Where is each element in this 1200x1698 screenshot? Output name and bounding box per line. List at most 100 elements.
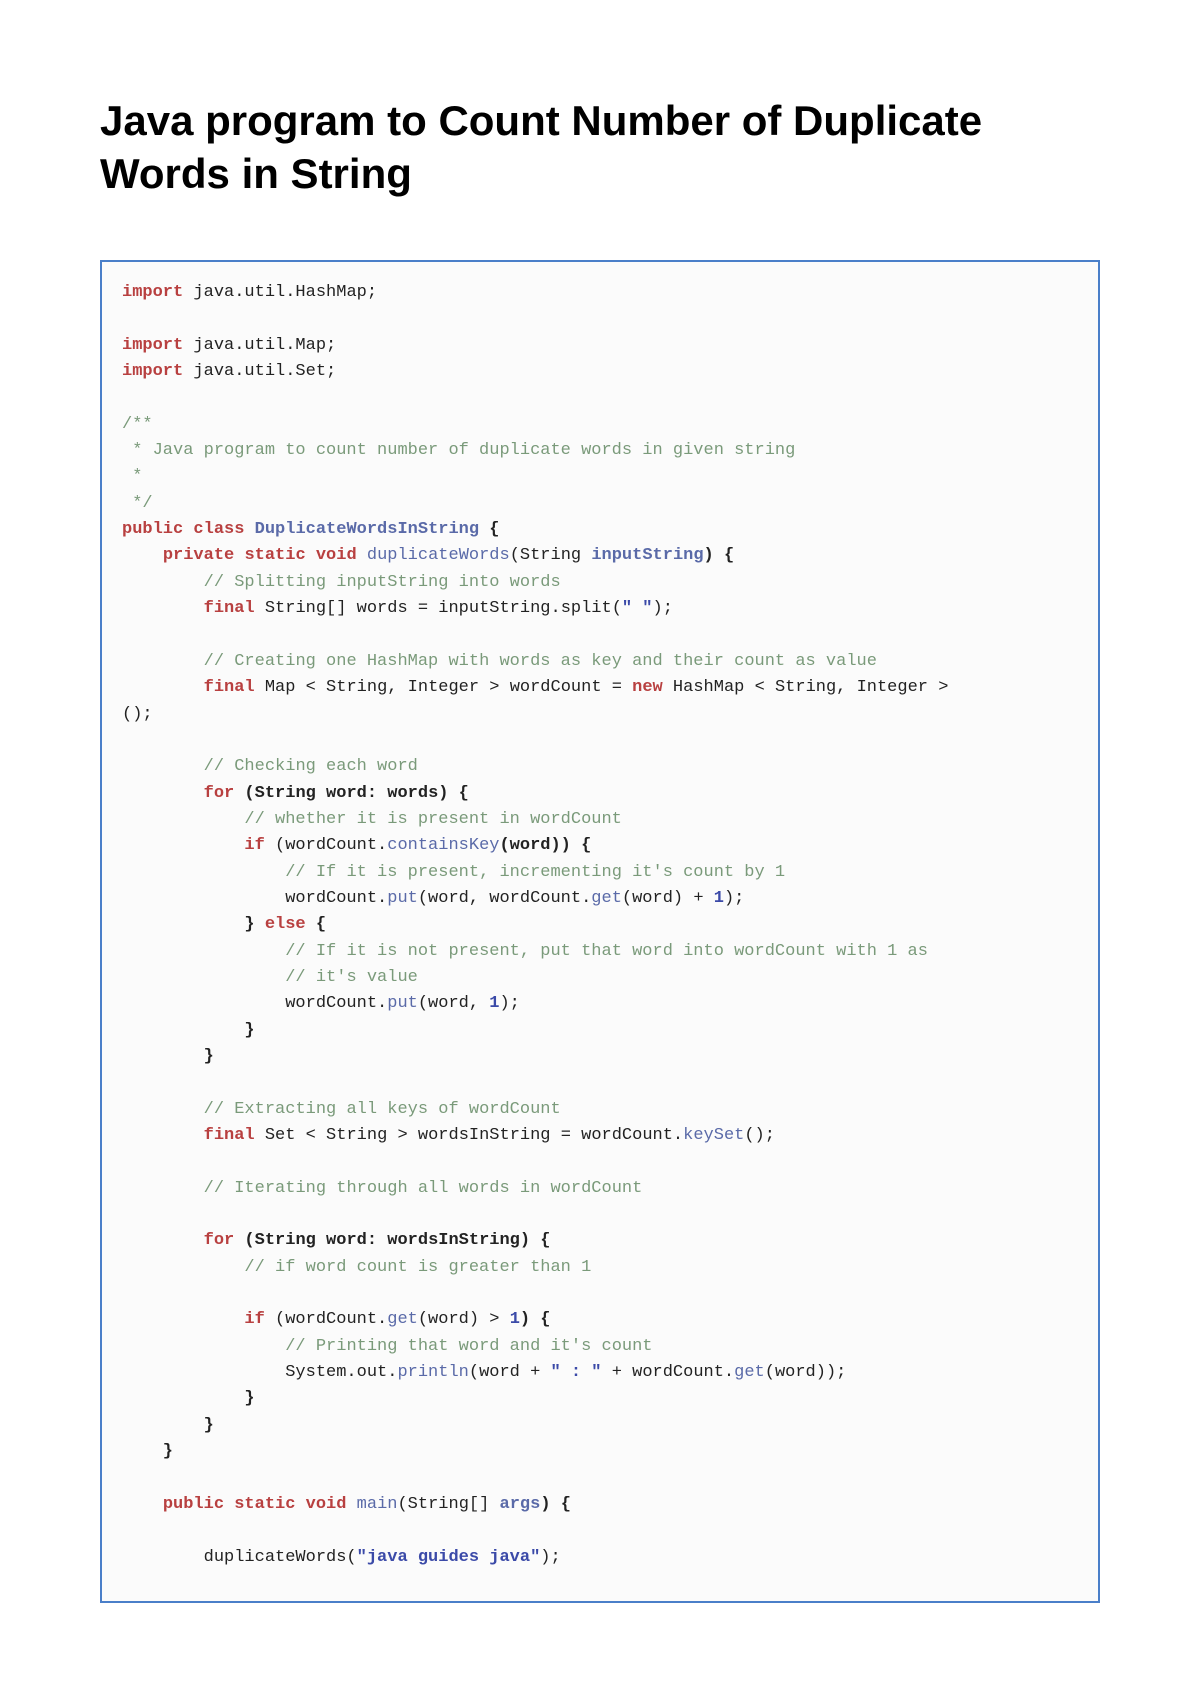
code-token: duplicateWords bbox=[367, 546, 510, 565]
code-token: < bbox=[306, 1126, 316, 1145]
code-token: import bbox=[122, 362, 183, 381]
code-token: > bbox=[938, 678, 948, 697]
page-title: Java program to Count Number of Duplicat… bbox=[100, 95, 1100, 200]
code-token bbox=[122, 1258, 244, 1277]
code-token: (word, wordCount. bbox=[418, 889, 591, 908]
code-token: containsKey bbox=[387, 836, 499, 855]
code-token: /** bbox=[122, 415, 153, 434]
code-token: inputString bbox=[591, 546, 703, 565]
code-token: (); bbox=[744, 1126, 775, 1145]
code-token: get bbox=[591, 889, 622, 908]
code-token bbox=[122, 836, 244, 855]
code-token: { bbox=[306, 915, 326, 934]
code-token: static bbox=[234, 1495, 295, 1514]
code-token: else bbox=[265, 915, 306, 934]
code-token: // Checking each word bbox=[204, 757, 418, 776]
code-token: (word) + bbox=[622, 889, 714, 908]
code-token bbox=[122, 810, 244, 829]
code-token bbox=[122, 652, 204, 671]
code-token bbox=[122, 942, 285, 961]
code-token: HashMap bbox=[663, 678, 755, 697]
code-token bbox=[122, 1231, 204, 1250]
code-token: (String word: words) { bbox=[234, 784, 469, 803]
code-token: Set bbox=[255, 1126, 306, 1145]
code-token: void bbox=[306, 1495, 347, 1514]
code-token bbox=[122, 546, 163, 565]
code-token: System.out. bbox=[122, 1363, 397, 1382]
code-token: put bbox=[387, 994, 418, 1013]
code-token bbox=[244, 520, 254, 539]
code-token: } bbox=[122, 915, 265, 934]
code-token bbox=[122, 599, 204, 618]
code-token: duplicateWords( bbox=[122, 1548, 357, 1567]
code-token: // it's value bbox=[285, 968, 418, 987]
code-token: public bbox=[163, 1495, 224, 1514]
code-token: String, Integer bbox=[316, 678, 489, 697]
code-token: import bbox=[122, 336, 183, 355]
code-token: + wordCount. bbox=[602, 1363, 735, 1382]
code-token: (String[] bbox=[397, 1495, 499, 1514]
code-token: (word, bbox=[418, 994, 489, 1013]
code-token: java.util.Map; bbox=[183, 336, 336, 355]
code-token: */ bbox=[122, 494, 153, 513]
code-token: ); bbox=[540, 1548, 560, 1567]
code-token bbox=[122, 573, 204, 592]
code-token: ) { bbox=[540, 1495, 571, 1514]
code-token: import bbox=[122, 283, 183, 302]
code-token bbox=[183, 520, 193, 539]
code-token: // Iterating through all words in wordCo… bbox=[204, 1179, 643, 1198]
code-token bbox=[122, 968, 285, 987]
code-token: java.util.Set; bbox=[183, 362, 336, 381]
code-token bbox=[122, 1100, 204, 1119]
code-token: ); bbox=[724, 889, 744, 908]
code-token: args bbox=[500, 1495, 541, 1514]
code-token: ); bbox=[653, 599, 673, 618]
code-token: get bbox=[734, 1363, 765, 1382]
code-token: wordCount = bbox=[500, 678, 633, 697]
code-token: // Extracting all keys of wordCount bbox=[204, 1100, 561, 1119]
code-token: get bbox=[387, 1310, 418, 1329]
code-token: * Java program to count number of duplic… bbox=[122, 441, 795, 460]
code-token: { bbox=[479, 520, 499, 539]
code-token: Map bbox=[255, 678, 306, 697]
code-token bbox=[295, 1495, 305, 1514]
code-token: "java guides java" bbox=[357, 1548, 541, 1567]
code-token: java.util.HashMap; bbox=[183, 283, 377, 302]
code-token bbox=[122, 1337, 285, 1356]
code-token: wordCount. bbox=[122, 994, 387, 1013]
code-token: 1 bbox=[489, 994, 499, 1013]
code-token: String, Integer bbox=[765, 678, 938, 697]
code-token: final bbox=[204, 678, 255, 697]
code-token: // If it is present, incrementing it's c… bbox=[285, 863, 785, 882]
code-token: * bbox=[122, 467, 142, 486]
code-token: < bbox=[755, 678, 765, 697]
code-token: private bbox=[163, 546, 234, 565]
code-token: // if word count is greater than 1 bbox=[244, 1258, 591, 1277]
code-token: < bbox=[306, 678, 316, 697]
code-token: 1 bbox=[714, 889, 724, 908]
code-token: // whether it is present in wordCount bbox=[244, 810, 621, 829]
code-token: // Creating one HashMap with words as ke… bbox=[204, 652, 877, 671]
code-token: (wordCount. bbox=[265, 836, 387, 855]
code-token: (); bbox=[122, 705, 153, 724]
code-token bbox=[224, 1495, 234, 1514]
code-token: ); bbox=[499, 994, 519, 1013]
code-token: } bbox=[122, 1442, 173, 1461]
code-token: ) { bbox=[520, 1310, 551, 1329]
code-token bbox=[122, 784, 204, 803]
code-token: 1 bbox=[510, 1310, 520, 1329]
code-token: main bbox=[357, 1495, 398, 1514]
code-token: (word)); bbox=[765, 1363, 847, 1382]
code-token: } bbox=[122, 1416, 214, 1435]
code-token bbox=[122, 1179, 204, 1198]
code-token bbox=[122, 757, 204, 776]
code-token: class bbox=[193, 520, 244, 539]
code-token: (wordCount. bbox=[265, 1310, 387, 1329]
code-block: import java.util.HashMap; import java.ut… bbox=[100, 260, 1100, 1603]
code-token: if bbox=[244, 836, 264, 855]
code-token: new bbox=[632, 678, 663, 697]
code-token: final bbox=[204, 599, 255, 618]
code-token: } bbox=[122, 1021, 255, 1040]
code-token: > bbox=[397, 1126, 407, 1145]
code-token bbox=[122, 678, 204, 697]
